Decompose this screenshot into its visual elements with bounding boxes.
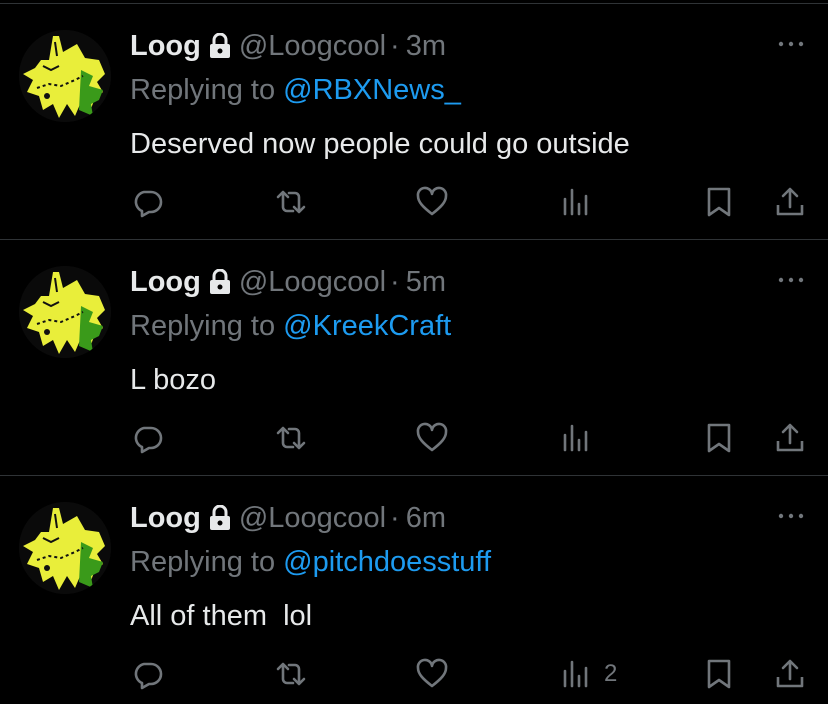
heart-icon: [416, 422, 448, 452]
user-handle[interactable]: @Loogcool: [239, 502, 386, 535]
retweet-button[interactable]: [274, 416, 308, 460]
user-handle[interactable]: @Loogcool: [239, 266, 386, 299]
share-icon: [776, 659, 804, 688]
reply-button[interactable]: [131, 416, 165, 460]
reply-icon: [134, 662, 163, 690]
tweet-text: L bozo: [130, 364, 216, 396]
tweet[interactable]: Loog @Loogcool · 5m Replying to @KreekCr…: [0, 240, 828, 476]
retweet-icon: [276, 426, 306, 450]
user-handle[interactable]: @Loogcool: [239, 30, 386, 63]
reply-button[interactable]: [131, 652, 165, 696]
tweet-text: Deserved now people could go outside: [130, 128, 630, 160]
more-icon[interactable]: [776, 270, 806, 290]
mention-link[interactable]: @RBXNews_: [283, 74, 461, 106]
retweet-button[interactable]: [274, 652, 308, 696]
replying-to: Replying to @pitchdoesstuff: [130, 546, 491, 579]
lock-icon: [209, 505, 231, 531]
tweet[interactable]: Loog @Loogcool · 3m Replying to @RBXNews…: [0, 4, 828, 240]
lock-icon: [209, 269, 231, 295]
share-button[interactable]: [773, 416, 807, 460]
bookmark-button[interactable]: [702, 180, 736, 224]
tweet[interactable]: Loog @Loogcool · 6m Replying to @pitchdo…: [0, 476, 828, 704]
replying-to-label: Replying to: [130, 74, 284, 106]
display-name[interactable]: Loog: [130, 30, 201, 63]
like-button[interactable]: [415, 652, 449, 696]
separator: ·: [390, 501, 400, 534]
heart-icon: [416, 186, 448, 216]
reply-icon: [134, 190, 163, 218]
avatar[interactable]: [19, 266, 111, 358]
share-icon: [776, 187, 804, 216]
action-bar: [0, 416, 828, 460]
tweet-header: Loog @Loogcool · 6m: [130, 498, 446, 538]
retweet-icon: [276, 190, 306, 214]
bookmark-icon: [707, 187, 731, 217]
separator: ·: [390, 29, 400, 62]
action-bar: 2: [0, 652, 828, 696]
like-button[interactable]: [415, 416, 449, 460]
tweet-header: Loog @Loogcool · 3m: [130, 26, 446, 66]
bookmark-icon: [707, 659, 731, 689]
heart-icon: [416, 658, 448, 688]
display-name[interactable]: Loog: [130, 266, 201, 299]
share-button[interactable]: [773, 652, 807, 696]
replying-to: Replying to @RBXNews_: [130, 74, 461, 107]
bookmark-icon: [707, 423, 731, 453]
replying-to: Replying to @KreekCraft: [130, 310, 451, 343]
share-icon: [776, 423, 804, 452]
reply-feed: Loog @Loogcool · 3m Replying to @RBXNews…: [0, 0, 828, 704]
lock-icon: [209, 33, 231, 59]
tweet-header: Loog @Loogcool · 5m: [130, 262, 446, 302]
separator: ·: [390, 265, 400, 298]
avatar[interactable]: [19, 502, 111, 594]
retweet-button[interactable]: [274, 180, 308, 224]
replying-to-label: Replying to: [130, 546, 284, 578]
bookmark-button[interactable]: [702, 416, 736, 460]
bookmark-button[interactable]: [702, 652, 736, 696]
replying-to-label: Replying to: [130, 310, 284, 342]
mention-link[interactable]: @pitchdoesstuff: [283, 546, 491, 578]
retweet-icon: [276, 662, 306, 686]
views-count: 2: [604, 660, 618, 687]
views-button[interactable]: [560, 416, 604, 460]
mention-link[interactable]: @KreekCraft: [283, 310, 451, 342]
more-icon[interactable]: [776, 506, 806, 526]
reply-button[interactable]: [131, 180, 165, 224]
tweet-text: All of them lol: [130, 600, 313, 632]
timestamp[interactable]: 3m: [406, 30, 446, 63]
views-button[interactable]: 2: [560, 652, 617, 696]
timestamp[interactable]: 6m: [406, 502, 446, 535]
share-button[interactable]: [773, 180, 807, 224]
timestamp[interactable]: 5m: [406, 266, 446, 299]
reply-icon: [134, 426, 163, 454]
display-name[interactable]: Loog: [130, 502, 201, 535]
like-button[interactable]: [415, 180, 449, 224]
avatar[interactable]: [19, 30, 111, 122]
more-icon[interactable]: [776, 34, 806, 54]
views-button[interactable]: [560, 180, 604, 224]
views-icon: [563, 660, 588, 688]
action-bar: [0, 180, 828, 224]
views-icon: [563, 424, 588, 452]
views-icon: [563, 188, 588, 216]
